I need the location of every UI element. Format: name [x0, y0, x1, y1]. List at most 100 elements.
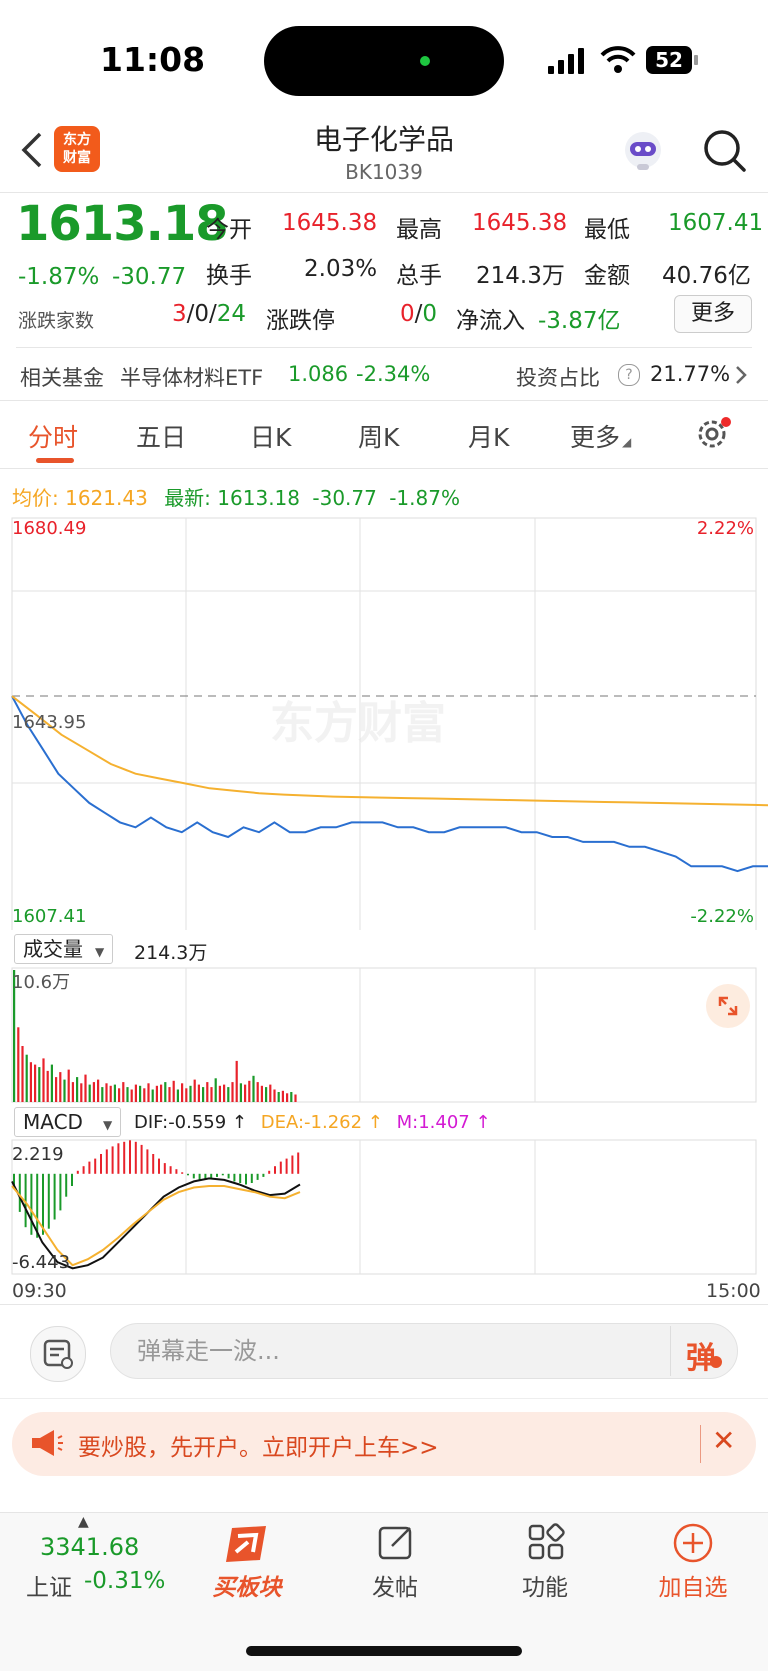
- volume-bar: [80, 1083, 83, 1102]
- low-label: 最低: [584, 217, 630, 243]
- close-icon[interactable]: ✕: [712, 1424, 735, 1457]
- latest-label: 最新:: [164, 486, 211, 510]
- robot-assistant-icon[interactable]: [620, 128, 666, 174]
- volume-bar: [277, 1092, 280, 1102]
- volume-bar: [176, 1089, 179, 1102]
- volume-frame: [11, 967, 757, 1103]
- volume-chart[interactable]: 10.6万: [0, 966, 768, 1104]
- nav-function[interactable]: 功能: [490, 1568, 600, 1602]
- tab-intraday[interactable]: 分时: [28, 418, 78, 454]
- macd-chart[interactable]: 2.219 -6.443: [0, 1138, 768, 1276]
- y-bottom-label: 1607.41: [12, 906, 86, 927]
- comment-list-button[interactable]: [30, 1326, 86, 1382]
- latest-percent: -1.87%: [389, 486, 460, 510]
- y-top-label: 1680.49: [12, 518, 86, 539]
- tab-more[interactable]: 更多 ◢: [570, 418, 631, 454]
- volume-bar: [126, 1087, 129, 1102]
- volume-bar: [92, 1082, 95, 1102]
- netflow-value: -3.87亿: [538, 308, 621, 334]
- index-name: 上证: [26, 1575, 72, 1601]
- volume-bar: [151, 1089, 154, 1102]
- volume-bar: [97, 1079, 100, 1102]
- expand-button[interactable]: [706, 984, 750, 1028]
- battery-level: 52: [655, 48, 683, 72]
- volume-bar: [252, 1075, 255, 1102]
- add-watchlist-icon: [673, 1523, 713, 1563]
- netflow-label: 净流入: [456, 308, 525, 334]
- camera-indicator-icon: [420, 56, 430, 66]
- nav-add-watchlist[interactable]: 加自选: [638, 1568, 748, 1602]
- index-value[interactable]: 3341.68: [40, 1533, 139, 1561]
- nav-buy-board[interactable]: 买板块: [192, 1568, 302, 1602]
- help-icon[interactable]: ?: [618, 364, 640, 386]
- avg-value: 1621.43: [65, 486, 148, 510]
- down-count: 24: [216, 301, 247, 327]
- macd-values: DIF:-0.559 ↑ DEA:-1.262 ↑ M:1.407 ↑: [134, 1112, 491, 1133]
- banner-text[interactable]: 要炒股，先开户。立即开户上车>>: [78, 1428, 439, 1462]
- limit-label: 涨跌停: [266, 308, 335, 334]
- nav-post[interactable]: 发帖: [340, 1568, 450, 1602]
- more-button[interactable]: 更多: [674, 295, 752, 333]
- volume-bar: [294, 1094, 297, 1102]
- tab-weekly-k[interactable]: 周K: [358, 418, 399, 454]
- ratio-value: 21.77%: [650, 362, 731, 386]
- wifi-icon: [600, 46, 636, 73]
- volume-indicator-select[interactable]: 成交量 ▼: [14, 934, 114, 964]
- dif-label: DIF:-0.559 ↑: [134, 1112, 248, 1133]
- volume-select-label: 成交量: [23, 937, 83, 961]
- tabs-divider: [0, 468, 768, 469]
- volume-bar: [269, 1084, 272, 1102]
- high-value: 1645.38: [472, 210, 568, 236]
- dynamic-island: [264, 26, 504, 96]
- turnover-value: 2.03%: [304, 256, 378, 282]
- tab-five-day[interactable]: 五日: [136, 418, 186, 454]
- volume-bar: [63, 1079, 66, 1102]
- settings-gear-icon[interactable]: [694, 414, 734, 454]
- amount-label: 金额: [584, 263, 630, 289]
- macd-indicator-select[interactable]: MACD ▼: [14, 1107, 122, 1137]
- check-badge-icon: [710, 1356, 722, 1368]
- fund-name[interactable]: 半导体材料ETF: [120, 362, 263, 392]
- search-icon[interactable]: [700, 126, 750, 176]
- volume-bar: [248, 1080, 251, 1102]
- dropdown-icon: ▼: [95, 945, 105, 959]
- intraday-price-chart[interactable]: 东方财富 1680.49 1643.95 1607.41 2.22% -2.22…: [0, 510, 768, 930]
- watermark: 东方财富: [270, 698, 446, 749]
- volume-bar: [147, 1083, 150, 1102]
- volume-bar: [88, 1084, 91, 1102]
- status-time: 11:08: [100, 40, 206, 79]
- latest-value: 1613.18: [217, 486, 301, 510]
- volume-bar: [235, 1060, 238, 1102]
- volume-bar: [55, 1077, 58, 1102]
- chart-info-line: 均价: 1621.43 最新: 1613.18 -30.77 -1.87%: [12, 482, 460, 511]
- volume-bar: [181, 1083, 184, 1102]
- battery-tip: [694, 55, 698, 65]
- comment-settings-icon: [43, 1339, 73, 1369]
- expand-up-icon[interactable]: ▲: [78, 1514, 89, 1530]
- tab-daily-k[interactable]: 日K: [250, 418, 291, 454]
- volume-bar: [290, 1092, 293, 1102]
- danmu-input[interactable]: 弹幕走一波...: [110, 1323, 738, 1379]
- battery-icon: 52: [646, 46, 692, 74]
- updown-label: 涨跌家数: [18, 310, 95, 332]
- change-value: -30.77: [112, 264, 187, 290]
- volume-bar: [38, 1067, 41, 1102]
- fund-price: 1.086: [288, 362, 349, 386]
- danmu-toggle-button[interactable]: 弹: [686, 1333, 722, 1377]
- expand-icon: [718, 996, 738, 1016]
- volume-bar: [118, 1088, 121, 1102]
- volume-bar: [172, 1080, 175, 1102]
- volume-total: 214.3万: [134, 942, 208, 964]
- tab-monthly-k[interactable]: 月K: [468, 418, 509, 454]
- volume-bar: [59, 1072, 62, 1102]
- quote-divider: [16, 347, 752, 348]
- volume-bar: [281, 1090, 284, 1102]
- limit-up-count: 0: [400, 301, 415, 327]
- banner-divider: [700, 1425, 701, 1463]
- volume-bar: [139, 1085, 142, 1102]
- volume-bar: [286, 1093, 289, 1102]
- input-bottom-divider: [0, 1398, 768, 1399]
- tab-active-indicator: [36, 458, 74, 463]
- header-divider: [0, 192, 768, 193]
- fund-divider: [0, 400, 768, 401]
